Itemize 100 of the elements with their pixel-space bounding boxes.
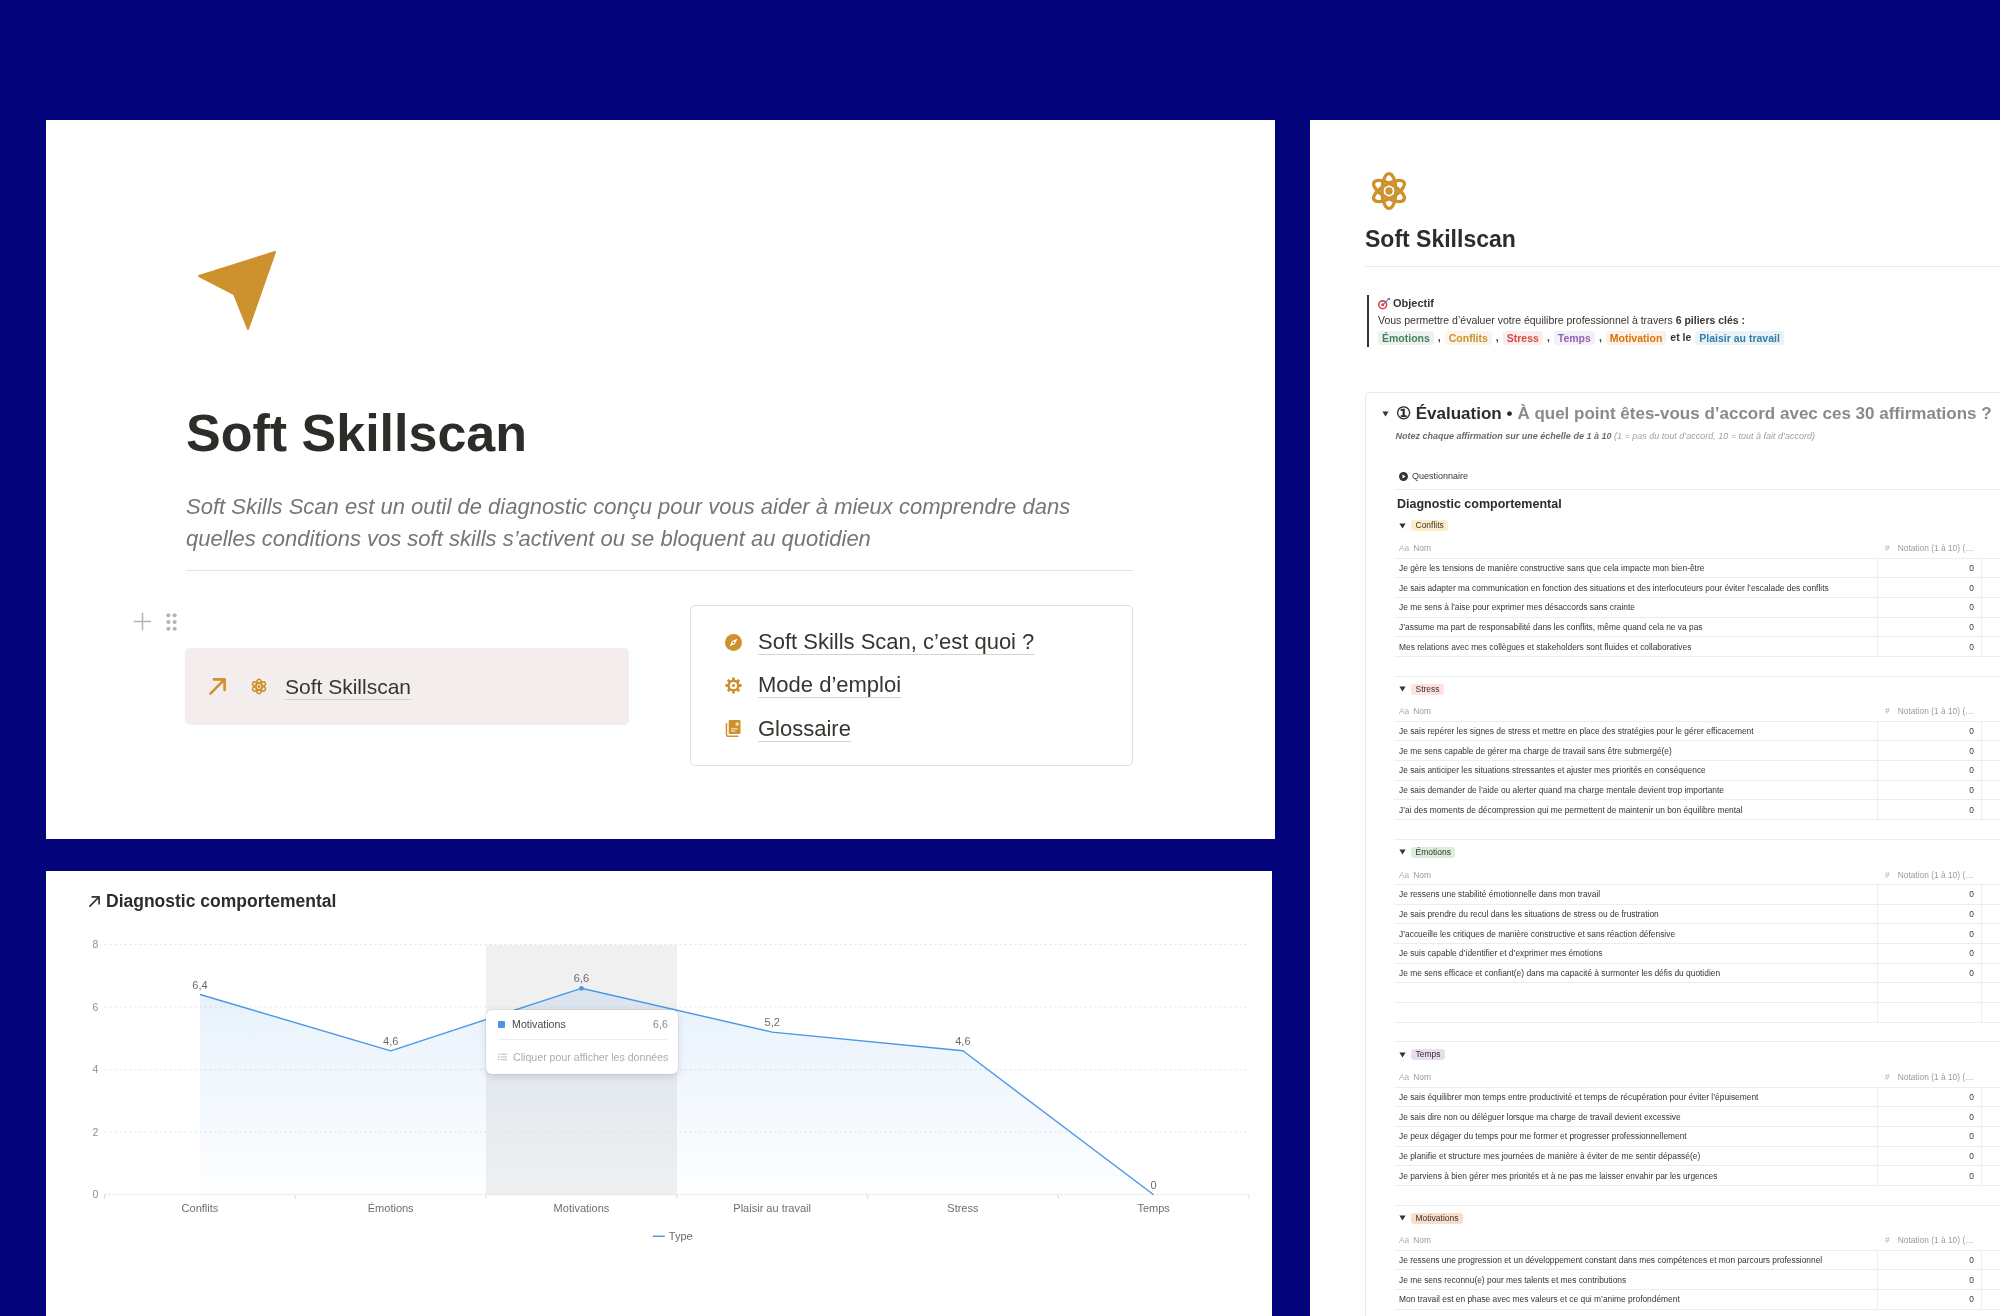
caret-icon[interactable]: [1382, 410, 1389, 417]
column-header[interactable]: Nom: [1413, 1072, 1431, 1083]
table-cell: Je me sens reconnu(e) pour mes talents et mes contributions: [1394, 1270, 1878, 1290]
table-cell: 0: [1878, 904, 1982, 924]
play-icon: [1399, 471, 1408, 481]
callout-heading: Objectif: [1393, 296, 1434, 311]
page-title: Soft Skillscan: [1365, 225, 1516, 253]
table-cell: Je sais dire non ou déléguer lorsque ma charge de travail devient excessive: [1394, 1107, 1878, 1126]
table-cell: 0: [1878, 761, 1982, 780]
text-type-icon: Aa: [1399, 1072, 1410, 1083]
table-cell: 0: [1878, 884, 1982, 904]
table-cell: Je sais adapter ma communication en fonction des situations et des interlocuteurs pour éviter l’escalade des conflits: [1394, 578, 1878, 597]
table-cell: 0: [1878, 1270, 1982, 1290]
column-header[interactable]: Nom: [1413, 1235, 1431, 1246]
table-cell: Je sais anticiper les situations stressantes et ajuster mes priorités en conséquence: [1394, 761, 1878, 780]
table-cell: Je sais prendre du recul dans les situations de stress ou de frustration: [1394, 904, 1878, 924]
series-swatch-icon: [498, 1021, 506, 1028]
axis-label: Temps: [1137, 1202, 1170, 1214]
questionnaire-button[interactable]: Questionnaire: [1394, 468, 1473, 485]
caret-icon[interactable]: [1399, 1051, 1406, 1058]
text-type-icon: Aa: [1399, 706, 1410, 717]
number-type-icon: #: [1885, 706, 1890, 717]
pillar-tag: Motivation: [1605, 331, 1667, 345]
section-heading: ① Évaluation •: [1396, 403, 1513, 425]
table-cell: 0: [1878, 800, 1982, 820]
table-cell: 0: [1878, 963, 1982, 983]
database-title: Diagnostic comportemental: [1396, 496, 1562, 514]
chart-title: Diagnostic comportemental: [106, 891, 337, 912]
axis-label: 8: [92, 938, 99, 951]
table-cell: 0: [1878, 1107, 1982, 1126]
compass-icon: [725, 633, 742, 651]
axis-label: Plaisir au travail: [733, 1202, 811, 1214]
table-cell: 0: [1878, 721, 1982, 741]
table-cell: J’assume ma part de responsabilité dans les conflits, même quand cela ne va pas: [1394, 617, 1878, 637]
table-cell: 0: [1878, 578, 1982, 597]
table-cell: Je peux dégager du temps pour me former et progresser professionnellement: [1394, 1126, 1878, 1146]
table-cell: Je sais demander de l’aide ou alerter quand ma charge mentale devient trop importante: [1394, 780, 1878, 800]
page-title: Soft Skillscan: [186, 403, 527, 464]
data-label: 4,6: [383, 1034, 399, 1047]
page-link[interactable]: Soft Skills Scan, c’est quoi ?: [725, 625, 1035, 659]
column-header[interactable]: Notation (1 à 10) (…: [1897, 1072, 1974, 1083]
navigation-arrow-icon: [198, 251, 276, 330]
data-label: 6,4: [192, 978, 208, 991]
table-cell: Je planifie et structure mes journées de manière à éviter de me sentir dépassé(e): [1394, 1146, 1878, 1166]
column-header[interactable]: Nom: [1413, 543, 1431, 554]
caret-icon[interactable]: [1399, 849, 1406, 856]
table-cell: 0: [1878, 617, 1982, 637]
page-description: Soft Skills Scan est un outil de diagnostic conçu pour vous aider à mieux comprendre dans quelles conditions vos soft skills s’activent ou se bloquent au quotidien: [186, 493, 1072, 553]
text-type-icon: Aa: [1399, 1235, 1410, 1246]
table-cell: Je ressens une progression et un développement constant dans mes compétences et mon parcours professionnel: [1394, 1250, 1878, 1270]
table-cell: Je me sens à l’aise pour exprimer mes désaccords sans crainte: [1394, 597, 1878, 617]
number-type-icon: #: [1885, 543, 1890, 554]
table-cell: 0: [1878, 1290, 1982, 1309]
axis-label: Conflits: [181, 1202, 219, 1214]
data-label: 5,2: [764, 1016, 780, 1029]
group-tag: Motivations: [1411, 1212, 1463, 1224]
data-label: 0: [1150, 1178, 1157, 1191]
separator-text: et le: [1670, 330, 1692, 346]
arrow-icon: [209, 678, 226, 695]
atom-icon: [251, 678, 267, 695]
pillar-tag: Temps: [1553, 331, 1595, 345]
show-data-action[interactable]: Cliquer pour afficher les données: [513, 1050, 669, 1063]
pillar-tag: Plaisir au travail: [1695, 331, 1784, 345]
group-tag: Émotions: [1411, 846, 1456, 858]
separator-text: ,: [1546, 330, 1550, 346]
table-cell: 0: [1878, 924, 1982, 943]
table-cell: Je me sens capable de gérer ma charge de travail sans être submergé(e): [1394, 741, 1878, 761]
table-cell: 0: [1878, 1250, 1982, 1270]
column-header[interactable]: Notation (1 à 10) (…: [1897, 543, 1974, 554]
group-tag: Stress: [1411, 683, 1445, 695]
target-icon: [1378, 297, 1390, 310]
column-header[interactable]: Nom: [1413, 869, 1431, 880]
column-header[interactable]: Notation (1 à 10) (…: [1897, 706, 1974, 717]
caret-icon[interactable]: [1399, 686, 1406, 693]
page-link[interactable]: Mode d’emploi: [725, 668, 902, 703]
axis-label: 2: [92, 1125, 99, 1138]
caret-icon[interactable]: [1399, 1215, 1406, 1222]
legend-label: Type: [668, 1230, 693, 1242]
table-cell: Je ressens une stabilité émotionnelle dans mon travail: [1394, 884, 1878, 904]
column-header[interactable]: Notation (1 à 10) (…: [1897, 869, 1974, 880]
axis-label: Stress: [947, 1202, 979, 1214]
caret-icon[interactable]: [1399, 522, 1406, 529]
page-link[interactable]: Glossaire: [725, 711, 851, 746]
gear-icon: [725, 676, 742, 694]
table-cell: 0: [1878, 944, 1982, 963]
number-type-icon: #: [1885, 1235, 1890, 1246]
data-label: 4,6: [955, 1034, 971, 1047]
table-cell: 0: [1878, 1166, 1982, 1185]
list-icon: [498, 1052, 508, 1061]
separator-text: ,: [1437, 330, 1441, 346]
callout-text: Vous permettre d’évaluer votre équilibre professionnel à travers 6 piliers clés :: [1378, 313, 1747, 329]
drag-handle-icon[interactable]: [166, 612, 177, 631]
table-cell: 0: [1878, 780, 1982, 800]
page-link[interactable]: Soft Skillscan: [185, 648, 629, 725]
table-cell: Je parviens à bien gérer mes priorités et à ne pas me laisser envahir par les urgences: [1394, 1166, 1878, 1185]
axis-label: Émotions: [367, 1202, 414, 1214]
axis-label: Motivations: [553, 1202, 610, 1214]
column-header[interactable]: Nom: [1413, 706, 1431, 717]
table-cell: J’ai des moments de décompression qui me permettent de maintenir un bon équilibre mental: [1394, 800, 1878, 820]
column-header[interactable]: Notation (1 à 10) (…: [1897, 1235, 1974, 1246]
